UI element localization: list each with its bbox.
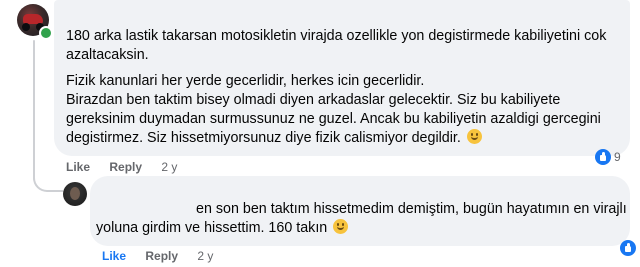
thread-line [33, 40, 35, 180]
comment-line-last: degistirmez. Siz hissetmiyorsunuz diye f… [66, 129, 601, 148]
reply-actions: Like Reply 2 y [102, 249, 229, 263]
thread-connector [33, 160, 63, 192]
reaction-summary[interactable]: 9 [595, 149, 621, 165]
reply-line: en son ben taktım hissetmedim demiştim, … [196, 201, 627, 217]
comment-line: 180 arka lastik takarsan motosikletin vi… [66, 28, 607, 44]
comment-timestamp[interactable]: 2 y [161, 160, 177, 174]
comment-paragraph-1: 180 arka lastik takarsan motosikletin vi… [66, 27, 606, 65]
like-icon [620, 240, 636, 256]
reaction-count: 9 [614, 150, 621, 164]
wheel-graphic [22, 23, 30, 31]
smile-emoji-icon [333, 219, 349, 234]
reply-avatar[interactable] [63, 182, 87, 206]
like-button[interactable]: Like [66, 160, 90, 174]
reply-button[interactable]: Reply [109, 160, 142, 174]
reply-text: en son ben taktım hissetmedim demiştim, … [96, 200, 627, 238]
comment-line: gereksinim duymadan surmussunuz ne guzel… [66, 111, 601, 127]
like-button[interactable]: Like [102, 249, 126, 263]
comment-line-text: degistirmez. Siz hissetmiyorsunuz diye f… [66, 130, 461, 146]
smile-emoji-icon [466, 129, 482, 144]
like-icon [595, 149, 611, 165]
comment-paragraph-2: Fizik kanunlari her yerde gecerlidir, he… [66, 72, 601, 148]
comment-line: Birazdan ben taktim bisey olmadi diyen a… [66, 92, 561, 108]
online-status-dot [39, 26, 53, 40]
reply-line-text: yoluna girdim ve hissettim. 160 takın [96, 220, 328, 236]
face-graphic [70, 187, 80, 200]
comment-line: Fizik kanunlari her yerde gecerlidir, he… [66, 73, 425, 89]
reply-button[interactable]: Reply [145, 249, 178, 263]
reply-line-last: yoluna girdim ve hissettim. 160 takın [96, 219, 627, 238]
reply-timestamp[interactable]: 2 y [197, 249, 213, 263]
comment-line: azaltacaksin. [66, 47, 149, 63]
comment-actions: Like Reply 2 y [66, 160, 193, 174]
reply-reaction-summary[interactable] [620, 240, 639, 256]
